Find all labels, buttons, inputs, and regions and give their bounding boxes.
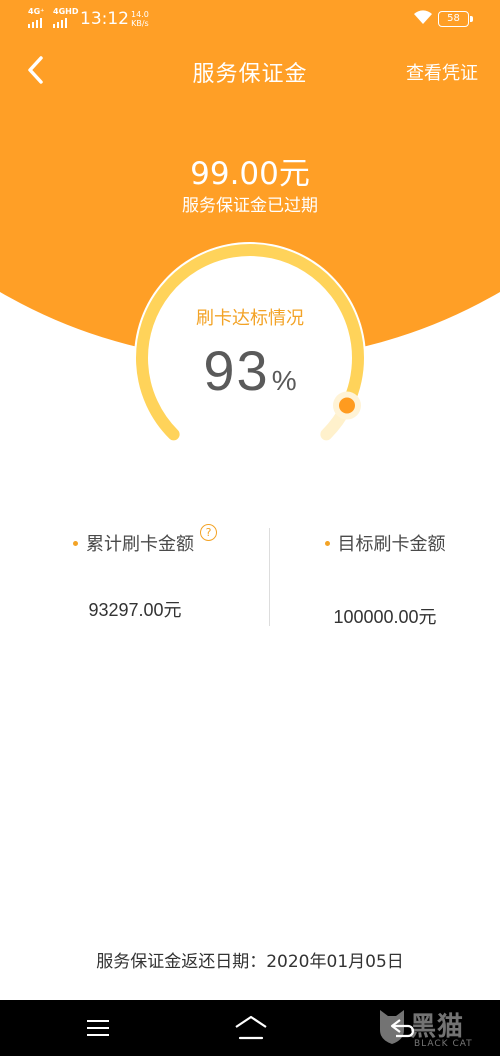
watermark: 黑猫 BLACK CAT bbox=[378, 1004, 498, 1054]
target-label: 目标刷卡金额 bbox=[337, 534, 446, 555]
cat-logo-icon bbox=[380, 1010, 404, 1044]
menu-icon[interactable] bbox=[86, 1018, 110, 1038]
accumulated-label: 累计刷卡金额 bbox=[86, 534, 194, 555]
bullet-icon bbox=[73, 540, 78, 546]
target-label-row: 目标刷卡金额 bbox=[260, 530, 500, 556]
return-date: 服务保证金返还日期：2020年01月05日 bbox=[96, 952, 404, 972]
accumulated-label-row: 累计刷卡金额? bbox=[20, 524, 270, 556]
home-icon[interactable] bbox=[233, 1014, 269, 1042]
watermark-cn: 黑猫 bbox=[410, 1012, 465, 1042]
watermark-en: BLACK CAT bbox=[414, 1039, 473, 1049]
bullet-icon bbox=[324, 540, 330, 546]
gauge-percent: 93 bbox=[203, 339, 270, 402]
gauge-title: 刷卡达标情况 bbox=[196, 308, 304, 329]
help-icon[interactable]: ? bbox=[200, 524, 217, 541]
gauge-percent-unit: % bbox=[271, 365, 297, 396]
progress-gauge bbox=[134, 242, 366, 474]
target-value-row: 100000.00元 bbox=[260, 603, 500, 629]
accumulated-value-row: 93297.00元 bbox=[10, 596, 260, 622]
gauge-value: 93% bbox=[150, 338, 350, 403]
target-value: 100000.00元 bbox=[333, 607, 437, 627]
accumulated-value: 93297.00元 bbox=[88, 600, 182, 620]
